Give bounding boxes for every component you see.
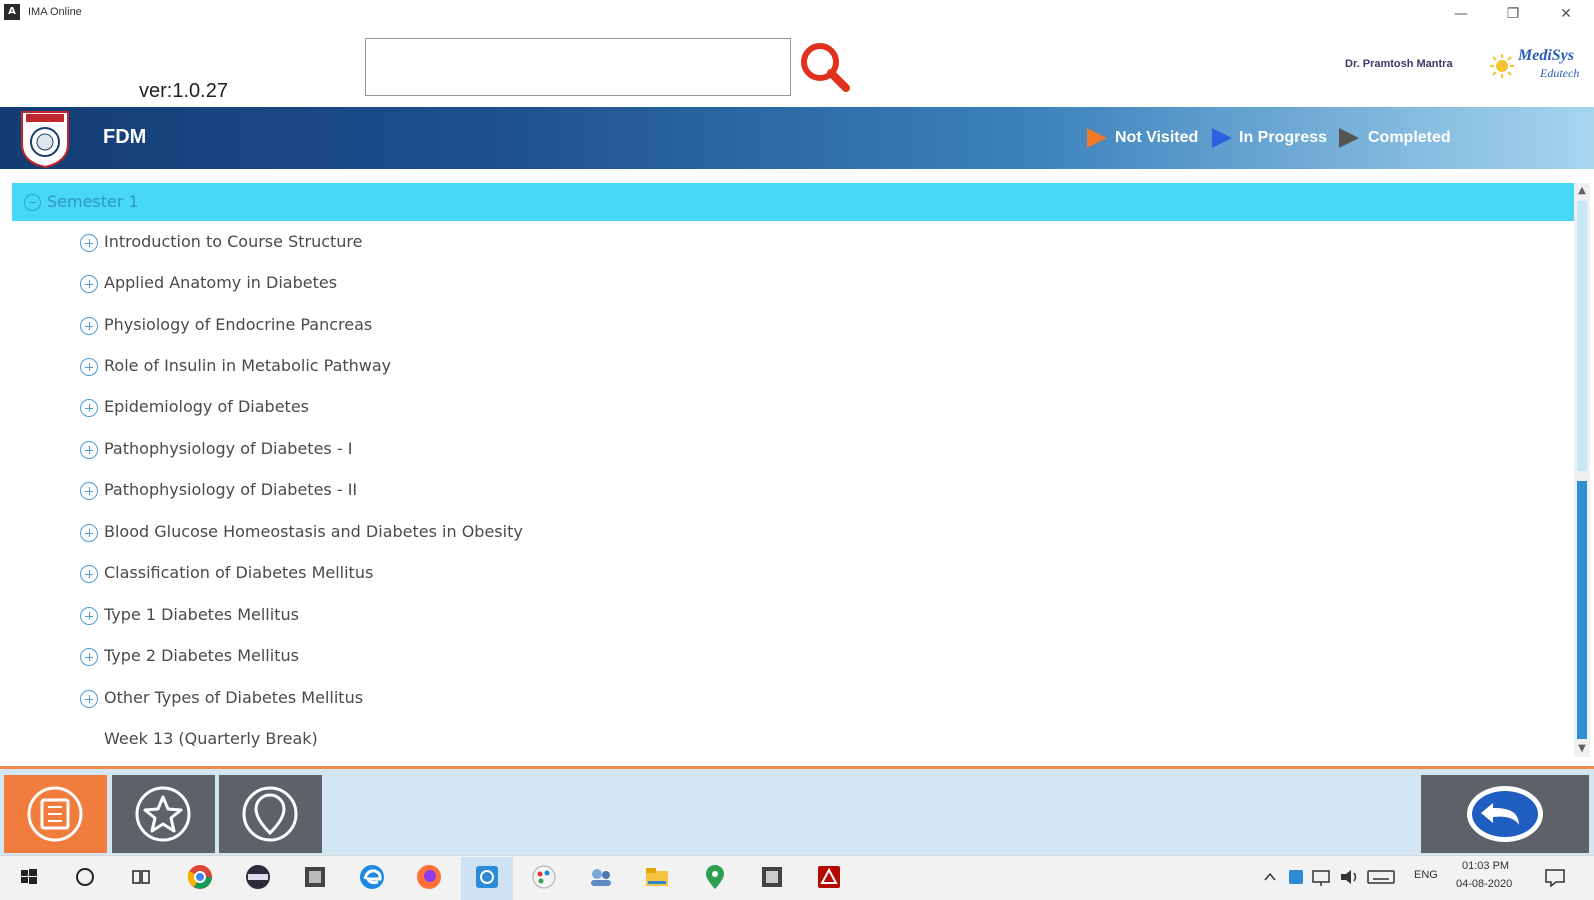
minimize-button[interactable]: — [1438, 2, 1484, 26]
expand-icon[interactable] [80, 234, 98, 252]
ima-app-taskbar-icon[interactable] [472, 862, 502, 892]
topic-label: Blood Glucose Homeostasis and Diabetes i… [104, 522, 523, 541]
expand-icon[interactable] [80, 648, 98, 666]
break-label: Week 13 (Quarterly Break) [104, 729, 318, 748]
topic-label: Type 2 Diabetes Mellitus [104, 646, 299, 665]
clock-time[interactable]: 01:03 PM [1462, 860, 1509, 872]
brand-logo-text: MediSys [1518, 47, 1574, 64]
app-icon: A [4, 4, 20, 20]
edge-icon[interactable] [357, 862, 387, 892]
scroll-down-arrow-icon[interactable]: ▼ [1574, 741, 1590, 757]
collapse-icon[interactable] [24, 194, 41, 211]
not-visited-arrow-icon [1087, 128, 1107, 148]
app-window-icon[interactable] [300, 862, 330, 892]
favorites-button[interactable] [112, 775, 215, 853]
in-progress-arrow-icon [1212, 128, 1232, 148]
topic-label: Pathophysiology of Diabetes - I [104, 439, 353, 458]
cortana-search-icon[interactable] [70, 862, 100, 892]
maps-pin-icon[interactable] [700, 862, 730, 892]
expand-icon[interactable] [80, 690, 98, 708]
acrobat-icon[interactable] [814, 862, 844, 892]
back-button[interactable] [1421, 775, 1589, 853]
tray-app-icon[interactable] [1286, 862, 1306, 892]
window-titlebar: A IMA Online — ❐ ✕ [0, 0, 1594, 28]
tray-chevron-up-icon[interactable] [1262, 862, 1278, 892]
search-icon [801, 43, 850, 92]
volume-icon[interactable] [1338, 862, 1360, 892]
expand-icon[interactable] [80, 275, 98, 293]
scroll-thumb[interactable] [1577, 481, 1587, 739]
location-button[interactable] [219, 775, 322, 853]
completed-arrow-icon [1339, 128, 1359, 148]
legend-not-visited: Not Visited [1115, 129, 1199, 146]
user-name: Dr. Pramtosh Mantra [1345, 58, 1453, 70]
notification-center-icon[interactable] [1542, 862, 1568, 892]
semester-label: Semester 1 [47, 192, 139, 211]
scroll-up-arrow-icon[interactable]: ▲ [1574, 183, 1590, 199]
document-app-icon[interactable] [757, 862, 787, 892]
tree-node-semester-1[interactable]: Semester 1 [12, 183, 1576, 221]
topic-label: Physiology of Endocrine Pancreas [104, 315, 373, 334]
expand-icon[interactable] [80, 317, 98, 335]
keyboard-icon[interactable] [1366, 862, 1396, 892]
clock-date[interactable]: 04-08-2020 [1456, 878, 1512, 890]
ima-crest-icon [21, 111, 69, 168]
topic-label: Pathophysiology of Diabetes - II [104, 480, 358, 499]
legend-in-progress: In Progress [1239, 129, 1328, 146]
course-title: FDM [103, 126, 147, 148]
version-label: ver:1.0.27 [139, 80, 228, 102]
topic-label: Epidemiology of Diabetes [104, 397, 310, 416]
search-input[interactable] [365, 38, 791, 96]
people-icon[interactable] [586, 862, 616, 892]
brand-sun-icon [1490, 54, 1514, 78]
task-view-icon[interactable] [126, 862, 156, 892]
firefox-icon[interactable] [414, 862, 444, 892]
scroll-track-highlight [1577, 201, 1587, 471]
topic-label: Classification of Diabetes Mellitus [104, 563, 374, 582]
topic-label: Introduction to Course Structure [104, 232, 363, 251]
search-button[interactable] [798, 40, 852, 94]
maximize-button[interactable]: ❐ [1490, 2, 1536, 26]
course-tree: Semester 1 Introduction to Course Struct… [12, 183, 1576, 757]
back-arrow-icon [1467, 786, 1543, 842]
expand-icon[interactable] [80, 565, 98, 583]
expand-icon[interactable] [80, 607, 98, 625]
book-icon [27, 786, 83, 842]
paint-icon[interactable] [529, 862, 559, 892]
network-icon[interactable] [1310, 862, 1332, 892]
close-button[interactable]: ✕ [1543, 2, 1589, 26]
expand-icon[interactable] [80, 482, 98, 500]
window-title: IMA Online [28, 6, 82, 18]
file-explorer-icon[interactable] [642, 862, 672, 892]
topic-label: Type 1 Diabetes Mellitus [104, 605, 299, 624]
star-icon [135, 786, 191, 842]
course-book-button[interactable] [4, 775, 107, 853]
location-pin-icon [242, 786, 298, 842]
tree-scrollbar[interactable]: ▲ ▼ [1574, 183, 1590, 757]
windows-start-icon[interactable] [14, 862, 44, 892]
brand-logo-subtext: Edutech [1540, 66, 1580, 80]
topic-label: Other Types of Diabetes Mellitus [104, 688, 364, 707]
expand-icon[interactable] [80, 524, 98, 542]
topic-label: Applied Anatomy in Diabetes [104, 273, 338, 292]
expand-icon[interactable] [80, 441, 98, 459]
legend-completed: Completed [1368, 129, 1451, 146]
topic-label: Role of Insulin in Metabolic Pathway [104, 356, 392, 375]
language-indicator[interactable]: ENG [1414, 869, 1438, 881]
expand-icon[interactable] [80, 358, 98, 376]
chrome-icon[interactable] [185, 862, 215, 892]
expand-icon[interactable] [80, 399, 98, 417]
media-player-icon[interactable] [243, 862, 273, 892]
